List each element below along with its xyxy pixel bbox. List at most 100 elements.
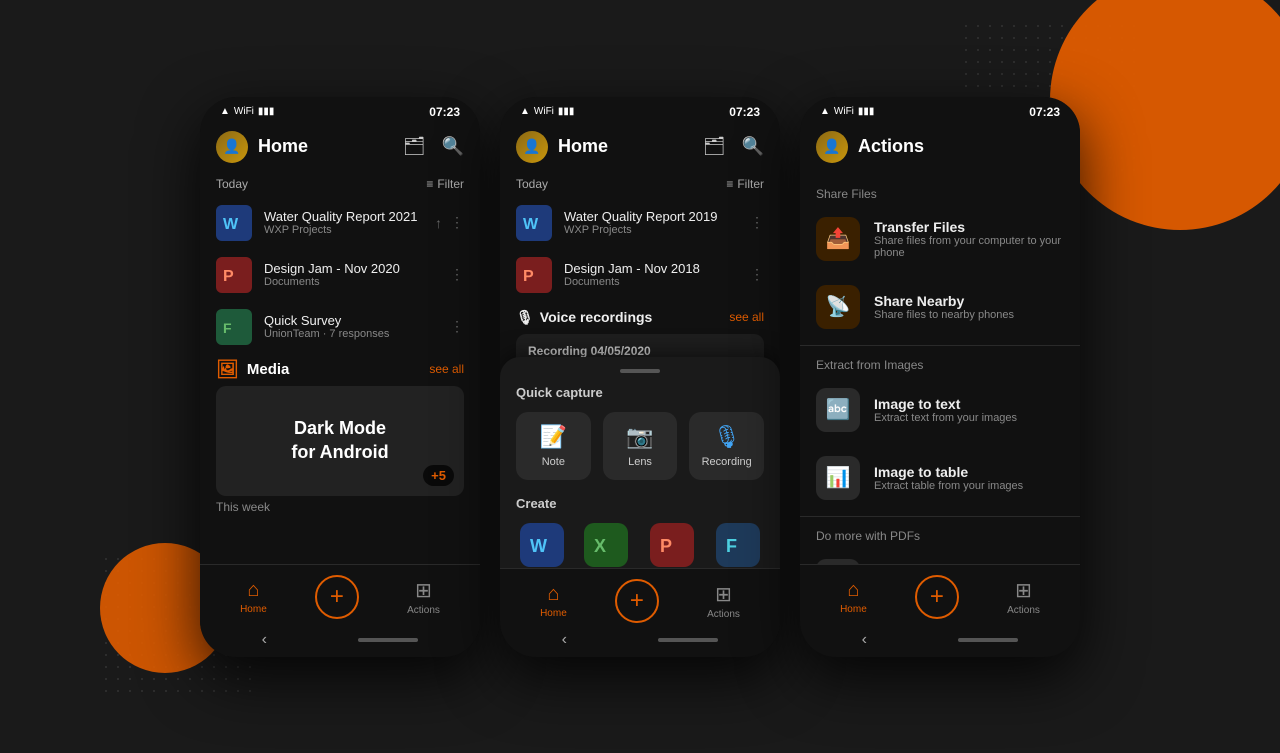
image-to-text-info-3: Image to text Extract text from your ima… xyxy=(874,396,1017,424)
header-icons-1: 🗂 🔍 xyxy=(403,136,464,157)
image-to-table-info-3: Image to table Extract table from your i… xyxy=(874,464,1023,492)
nav-actions-2[interactable]: ⊞ Actions xyxy=(707,582,740,620)
back-btn-1[interactable]: ‹ xyxy=(262,631,267,649)
search-icon-2[interactable]: 🔍 xyxy=(742,136,764,157)
note-label-2: Note xyxy=(542,456,565,468)
more-icon-ppt-1[interactable]: ⋮ xyxy=(450,266,464,283)
transfer-files-desc-3: Share files from your computer to your p… xyxy=(874,235,1064,259)
share-nearby-item-3[interactable]: 📡 Share Nearby Share files to nearby pho… xyxy=(800,273,1080,341)
media-title-1: 🖼 Media xyxy=(216,359,289,380)
folder-icon-1[interactable]: 🗂 xyxy=(403,136,426,157)
share-nearby-desc-3: Share files to nearby phones xyxy=(874,309,1014,321)
back-btn-3[interactable]: ‹ xyxy=(862,631,867,649)
upload-icon-1[interactable]: ↑ xyxy=(435,215,442,231)
word-icon-2: W xyxy=(516,205,552,241)
file-name-forms-1: Quick Survey xyxy=(264,313,438,328)
today-section-2: Today ≡ Filter xyxy=(500,171,780,197)
image-to-table-title-3: Image to table xyxy=(874,464,1023,480)
image-to-text-icon-3: 🔤 xyxy=(816,388,860,432)
status-icons-1: ▲WiFi▮▮▮ xyxy=(220,106,274,117)
nav-home-2[interactable]: ⌂ Home xyxy=(540,583,567,619)
nav-add-btn-2[interactable]: + xyxy=(615,579,659,623)
file-info-word-2: Water Quality Report 2019 WXP Projects xyxy=(564,209,738,236)
file-item-ppt-1[interactable]: P Design Jam - Nov 2020 Documents ⋮ xyxy=(200,249,480,301)
home-nav-label-2: Home xyxy=(540,608,567,619)
word-icon-1: W xyxy=(216,205,252,241)
home-indicator-3 xyxy=(958,638,1018,642)
nav-home-3[interactable]: ⌂ Home xyxy=(840,579,867,615)
divider-2-3 xyxy=(800,516,1080,517)
today-label-2: Today xyxy=(516,177,548,191)
more-icon-word-2[interactable]: ⋮ xyxy=(750,214,764,231)
image-to-text-item-3[interactable]: 🔤 Image to text Extract text from your i… xyxy=(800,376,1080,444)
file-item-word-2[interactable]: W Water Quality Report 2019 WXP Projects… xyxy=(500,197,780,249)
filter-btn-2[interactable]: ≡ Filter xyxy=(726,177,764,191)
phone-1: ▲WiFi▮▮▮ 07:23 👤 Home 🗂 🔍 Today ≡ Filter xyxy=(200,97,480,657)
quick-capture-row-2: 📝 Note 📷 Lens 🎙 Recording xyxy=(516,412,764,480)
home-nav-label-3: Home xyxy=(840,604,867,615)
svg-text:F: F xyxy=(223,320,232,336)
svg-text:W: W xyxy=(223,216,239,233)
search-icon-1[interactable]: 🔍 xyxy=(442,136,464,157)
nav-actions-3[interactable]: ⊞ Actions xyxy=(1007,578,1040,616)
media-see-all-1[interactable]: see all xyxy=(429,362,464,376)
sheet-handle-2 xyxy=(620,369,660,373)
file-info-forms-1: Quick Survey UnionTeam · 7 responses xyxy=(264,313,438,340)
header-icons-2: 🗂 🔍 xyxy=(703,136,764,157)
home-nav-label-1: Home xyxy=(240,604,267,615)
this-week-label-1: This week xyxy=(200,496,480,518)
recording-icon-2: 🎙 xyxy=(713,424,741,450)
bottom-nav-3: ⌂ Home + ⊞ Actions xyxy=(800,564,1080,625)
image-to-text-title-3: Image to text xyxy=(874,396,1017,412)
app-header-3: 👤 Actions xyxy=(800,123,1080,171)
recording-date-2: Recording 04/05/2020 xyxy=(528,344,752,358)
file-item-forms-1[interactable]: F Quick Survey UnionTeam · 7 responses ⋮ xyxy=(200,301,480,353)
actions-nav-icon-3: ⊞ xyxy=(1015,578,1032,603)
capture-lens-btn-2[interactable]: 📷 Lens xyxy=(603,412,678,480)
excel-create-icon-2: X xyxy=(584,523,628,567)
home-indicator-2 xyxy=(658,638,718,642)
avatar-3: 👤 xyxy=(816,131,848,163)
status-bar-2: ▲WiFi▮▮▮ 07:23 xyxy=(500,97,780,123)
svg-text:P: P xyxy=(223,268,234,285)
app-header-1: 👤 Home 🗂 🔍 xyxy=(200,123,480,171)
actions-nav-icon-2: ⊞ xyxy=(715,582,732,607)
bottom-nav-2: ⌂ Home + ⊞ Actions xyxy=(500,568,780,629)
app-title-3: Actions xyxy=(858,136,1064,157)
svg-text:P: P xyxy=(523,268,534,285)
image-to-table-item-3[interactable]: 📊 Image to table Extract table from your… xyxy=(800,444,1080,512)
media-thumbnail-1[interactable]: Dark Modefor Android +5 xyxy=(216,386,464,496)
app-header-2: 👤 Home 🗂 🔍 xyxy=(500,123,780,171)
capture-recording-btn-2[interactable]: 🎙 Recording xyxy=(689,412,764,480)
filter-btn-1[interactable]: ≡ Filter xyxy=(426,177,464,191)
voice-see-all-2[interactable]: see all xyxy=(729,310,764,324)
more-icon-forms-1[interactable]: ⋮ xyxy=(450,318,464,335)
folder-icon-2[interactable]: 🗂 xyxy=(703,136,726,157)
bottom-nav-1: ⌂ Home + ⊞ Actions xyxy=(200,564,480,625)
home-nav-icon-3: ⌂ xyxy=(847,579,859,602)
capture-note-btn-2[interactable]: 📝 Note xyxy=(516,412,591,480)
word-create-icon-2: W xyxy=(520,523,564,567)
more-icon-ppt-2[interactable]: ⋮ xyxy=(750,266,764,283)
share-files-label-3: Share Files xyxy=(800,179,1080,205)
nav-actions-1[interactable]: ⊞ Actions xyxy=(407,578,440,616)
back-btn-2[interactable]: ‹ xyxy=(562,631,567,649)
transfer-files-item-3[interactable]: 📤 Transfer Files Share files from your c… xyxy=(800,205,1080,273)
phone-3: ▲WiFi▮▮▮ 07:23 👤 Actions Share Files 📤 T… xyxy=(800,97,1080,657)
nav-home-1[interactable]: ⌂ Home xyxy=(240,579,267,615)
image-to-text-desc-3: Extract text from your images xyxy=(874,412,1017,424)
today-section-1: Today ≡ Filter xyxy=(200,171,480,197)
more-icon-1[interactable]: ⋮ xyxy=(450,214,464,231)
file-item-word-1[interactable]: W Water Quality Report 2021 WXP Projects… xyxy=(200,197,480,249)
filter-label-2: Filter xyxy=(737,177,764,191)
status-bar-1: ▲WiFi▮▮▮ 07:23 xyxy=(200,97,480,123)
nav-add-btn-3[interactable]: + xyxy=(915,575,959,619)
svg-text:F: F xyxy=(726,536,737,556)
avatar-1: 👤 xyxy=(216,131,248,163)
phone-nav-1: ‹ xyxy=(200,625,480,657)
pdf-label-3: Do more with PDFs xyxy=(800,521,1080,547)
app-title-2: Home xyxy=(558,136,693,157)
nav-add-btn-1[interactable]: + xyxy=(315,575,359,619)
file-item-ppt-2[interactable]: P Design Jam - Nov 2018 Documents ⋮ xyxy=(500,249,780,301)
sign-pdf-item-3[interactable]: ✍ Sign a PDF Add your signature to a PDF xyxy=(800,547,1080,564)
